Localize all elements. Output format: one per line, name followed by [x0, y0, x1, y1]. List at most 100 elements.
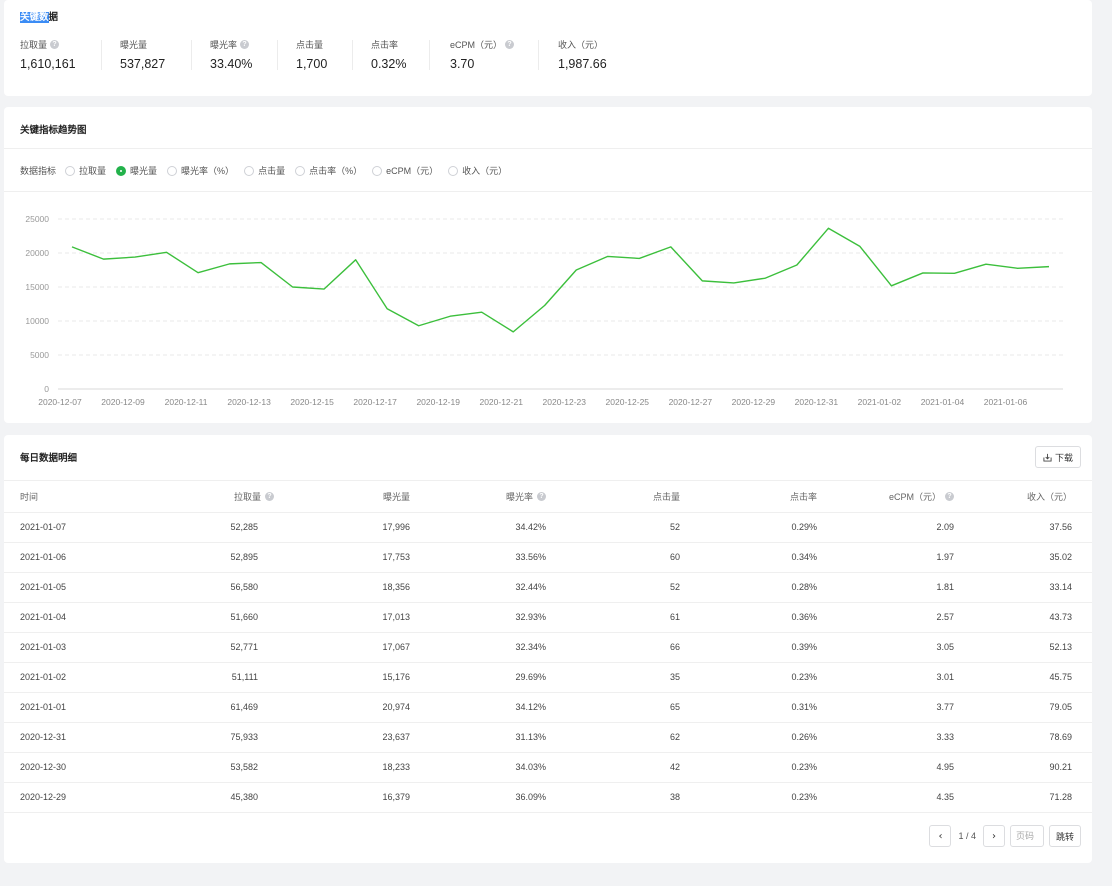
table-cell: 33.14	[954, 572, 1092, 603]
table-cell: 3.05	[817, 632, 954, 663]
table-cell: 2020-12-29	[4, 782, 144, 813]
metric-label-text: 曝光率	[210, 40, 238, 50]
table-cell: 52	[546, 512, 680, 543]
x-tick-label: 2020-12-27	[669, 397, 713, 407]
next-page-button[interactable]: ›	[982, 825, 1005, 847]
table-cell: 2021-01-02	[4, 662, 144, 693]
metric-label-text: 收入（元）	[558, 40, 604, 50]
help-icon[interactable]: ?	[240, 40, 250, 49]
column-header-5: 点击率	[680, 482, 817, 513]
x-tick-label: 2021-01-04	[921, 397, 965, 407]
metric-value: 1,700	[296, 57, 328, 71]
table-cell: 3.33	[817, 722, 954, 753]
table-cell: 62	[546, 722, 680, 753]
x-tick-label: 2020-12-15	[290, 397, 334, 407]
daily-data-card: 每日数据明细 下载 时间 拉取量? 曝光量 曝光率? 点击量 点击率 eCPM（元）? 收入（…	[4, 435, 1092, 863]
column-header-label: 拉取量	[233, 492, 261, 503]
table-cell: 36.09%	[410, 782, 546, 813]
metric-label: 点击率	[371, 38, 406, 51]
column-header-2: 曝光量	[274, 482, 410, 513]
table-cell: 52	[546, 572, 680, 603]
table-cell: 2021-01-07	[4, 512, 144, 543]
indicator-radio-0[interactable]: 拉取量	[65, 164, 106, 177]
table-cell: 53,582	[144, 752, 274, 783]
table-cell: 0.23%	[680, 752, 817, 783]
metric-separator	[429, 40, 430, 70]
table-cell: 51,660	[144, 602, 274, 633]
daily-title: 每日数据明细	[20, 453, 78, 464]
indicator-radio-1[interactable]: 曝光量	[116, 164, 157, 177]
table-cell: 0.26%	[680, 722, 817, 753]
table-cell: 32.34%	[410, 632, 546, 663]
help-icon[interactable]: ?	[265, 492, 274, 502]
table-cell: 66	[546, 632, 680, 663]
jump-button[interactable]: 跳转	[1048, 825, 1081, 847]
metric-separator	[352, 40, 353, 70]
table-row: 2021-01-03 52,771 17,067 32.34% 66 0.39% 3.05 5…	[4, 632, 1092, 663]
radio-label: 拉取量	[79, 166, 107, 176]
x-tick-label: 2020-12-07	[38, 397, 82, 407]
table-cell: 2021-01-04	[4, 602, 144, 633]
help-icon[interactable]: ?	[945, 492, 954, 502]
prev-page-button[interactable]: ‹	[929, 825, 952, 847]
help-icon[interactable]: ?	[537, 492, 546, 502]
radio-label: eCPM（元）	[386, 166, 439, 176]
indicator-radio-5[interactable]: eCPM（元）	[372, 164, 438, 177]
column-header-6: eCPM（元）?	[817, 482, 954, 513]
key-data-title: 关键数据	[20, 12, 59, 23]
table-cell: 51,111	[144, 662, 274, 693]
indicator-radio-4[interactable]: 点击率（%）	[295, 164, 362, 177]
metric-label-text: eCPM（元）	[450, 40, 503, 50]
metric-label-text: 点击量	[296, 40, 324, 50]
table-cell: 17,996	[274, 512, 410, 543]
table-cell: 79.05	[954, 692, 1092, 723]
metric-3: 点击量 1,700	[296, 38, 327, 71]
column-header-label: 点击量	[652, 492, 680, 503]
table-row: 2021-01-06 52,895 17,753 33.56% 60 0.34% 1.97 3…	[4, 542, 1092, 573]
radio-label: 收入（元）	[462, 166, 508, 176]
download-label: 下载	[1054, 452, 1073, 463]
table-cell: 17,013	[274, 602, 410, 633]
radio-checked-icon	[116, 165, 127, 176]
help-icon[interactable]: ?	[50, 40, 60, 49]
column-header-1: 拉取量?	[144, 482, 274, 513]
table-cell: 2021-01-03	[4, 632, 144, 663]
indicator-radio-3[interactable]: 点击量	[244, 164, 285, 177]
x-tick-label: 2021-01-02	[858, 397, 902, 407]
divider	[4, 191, 1092, 192]
table-cell: 35	[546, 662, 680, 693]
column-header-inner: 曝光率?	[506, 490, 546, 503]
table-cell: 33.56%	[410, 542, 546, 573]
download-button[interactable]: 下载	[1034, 446, 1081, 468]
metric-value: 33.40%	[210, 57, 253, 71]
y-tick-label: 25000	[25, 214, 49, 224]
table-cell: 18,233	[274, 752, 410, 783]
table-cell: 45,380	[144, 782, 274, 813]
table-row: 2020-12-29 45,380 16,379 36.09% 38 0.23% 4.35 7…	[4, 782, 1092, 813]
metric-separator	[101, 40, 102, 70]
metric-label: 收入（元）	[558, 38, 607, 51]
column-header-7: 收入（元）	[954, 482, 1092, 513]
x-tick-label: 2020-12-11	[165, 397, 208, 407]
column-header-label: 曝光率	[505, 492, 533, 503]
radio-label: 点击量	[258, 166, 286, 176]
y-tick-label: 10000	[25, 316, 49, 326]
radio-label: 曝光率（%）	[181, 166, 235, 176]
table-row: 2021-01-02 51,111 15,176 29.69% 35 0.23% 3.01 4…	[4, 662, 1092, 693]
table-cell: 2021-01-01	[4, 692, 144, 723]
indicator-radio-6[interactable]: 收入（元）	[448, 164, 507, 177]
radio-unchecked-icon	[295, 165, 306, 176]
metric-separator	[538, 40, 539, 70]
x-tick-label: 2020-12-09	[101, 397, 145, 407]
help-icon[interactable]: ?	[505, 40, 515, 49]
y-tick-label: 15000	[25, 282, 49, 292]
radio-label: 点击率（%）	[309, 166, 363, 176]
table-cell: 0.39%	[680, 632, 817, 663]
y-tick-label: 0	[44, 384, 49, 394]
indicator-radio-2[interactable]: 曝光率（%）	[167, 164, 234, 177]
column-header-0: 时间	[4, 482, 144, 513]
page-number-input[interactable]	[1009, 825, 1044, 847]
table-cell: 52.13	[954, 632, 1092, 663]
table-cell: 17,753	[274, 542, 410, 573]
metric-value: 537,827	[120, 57, 166, 71]
